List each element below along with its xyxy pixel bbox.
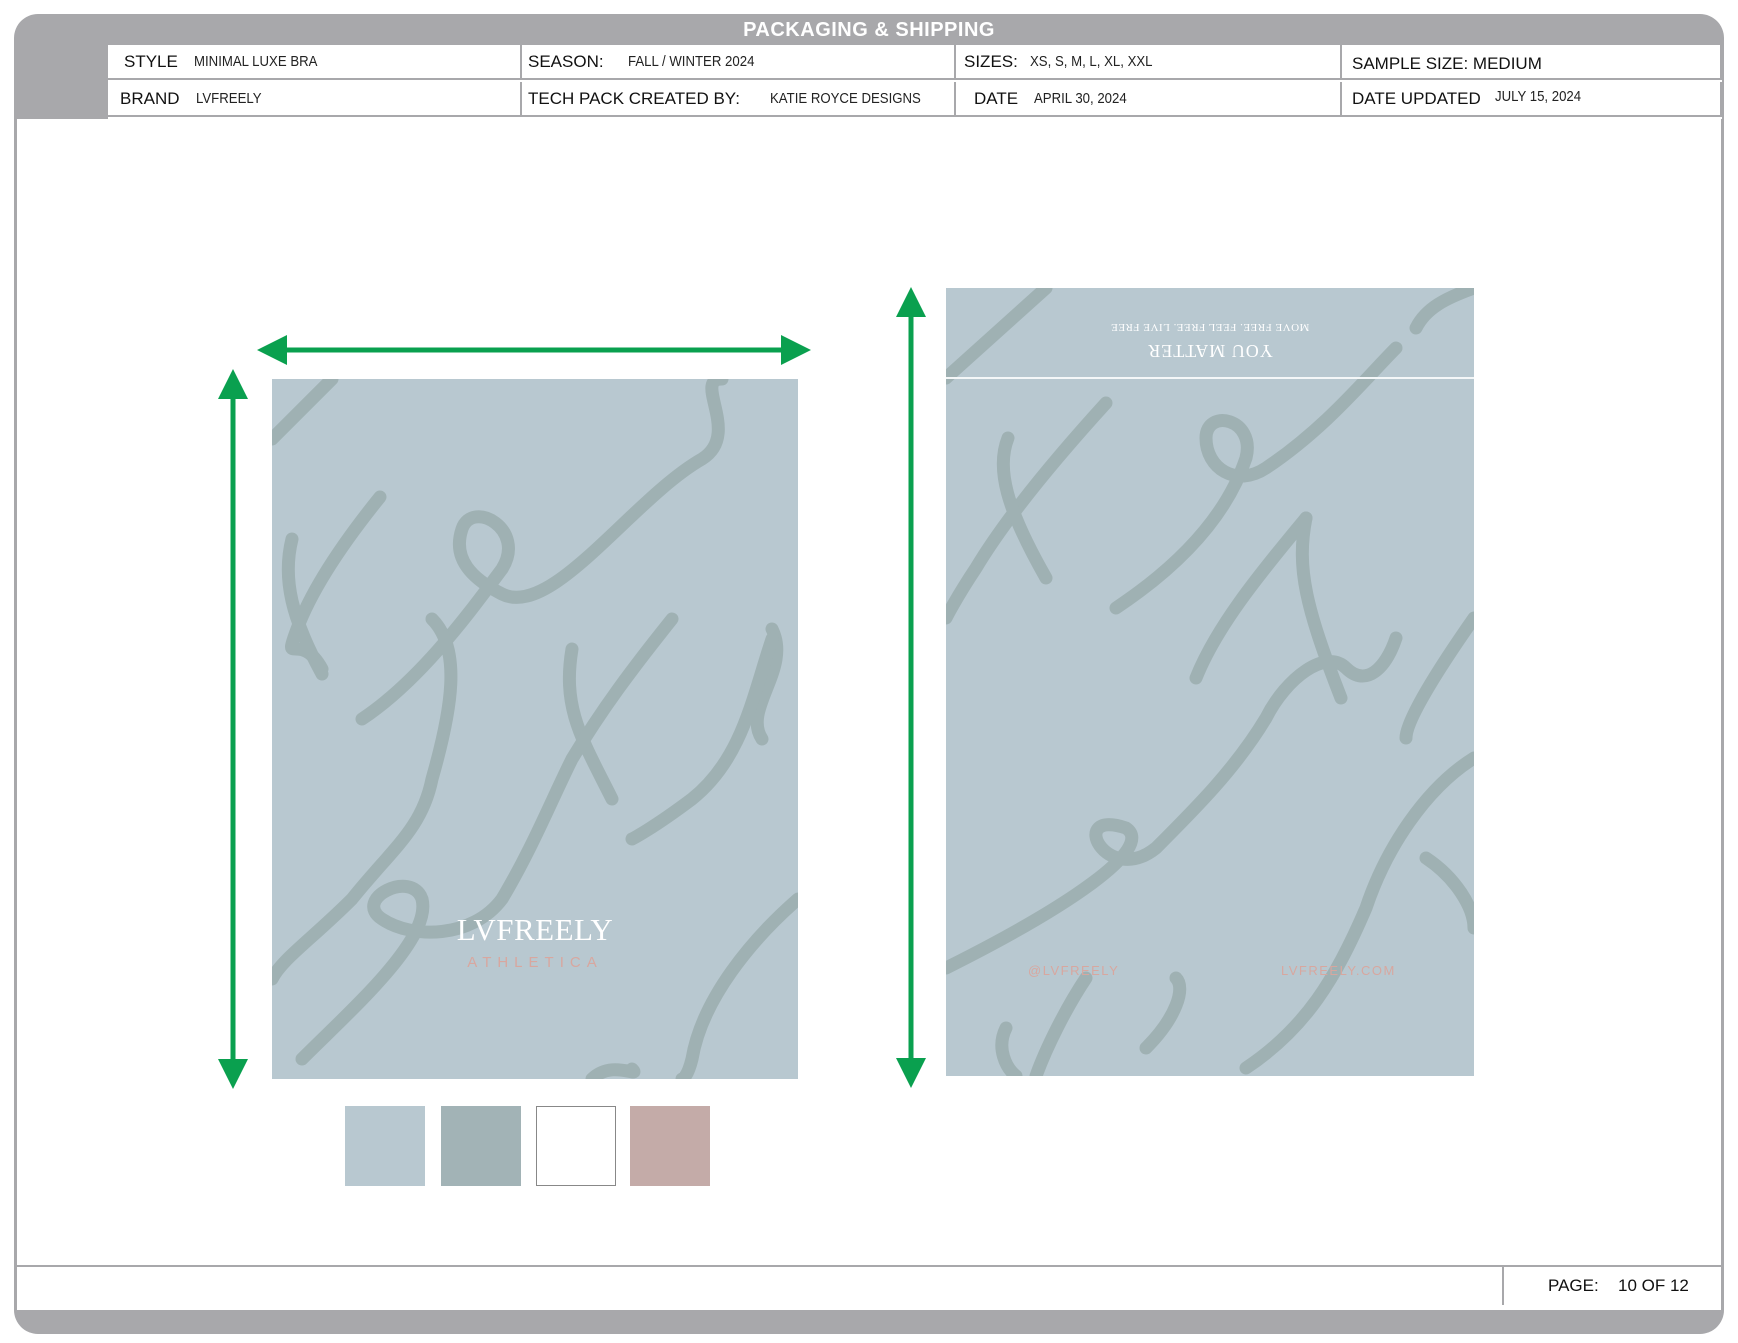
footer-column-divider: [1502, 1267, 1504, 1305]
page-label: PAGE:: [1548, 1276, 1599, 1295]
color-swatch-light-blue: [345, 1106, 425, 1186]
dimension-arrows: [218, 287, 926, 1089]
color-swatch-sage: [441, 1106, 521, 1186]
flap-text-you-matter: YOU MATTER: [1147, 341, 1273, 361]
back-website: LVFREELY.COM: [1281, 963, 1396, 978]
color-swatch-dusty-rose: [630, 1106, 710, 1186]
front-logo-subtitle: ATHLETICA: [467, 954, 603, 971]
page-number: 10 OF 12: [1618, 1276, 1689, 1295]
script-pattern-back: [946, 288, 1474, 1076]
back-social-handle: @LVFREELY: [1028, 963, 1120, 978]
flap-text-tagline: MOVE FREE. FEEL FREE. LIVE FREE: [1110, 321, 1310, 333]
back-mailer-bag: YOU MATTER MOVE FREE. FEEL FREE. LIVE FR…: [946, 288, 1474, 1076]
front-logo: LVFREELY: [456, 912, 614, 947]
color-swatch-white: [536, 1106, 616, 1186]
script-pattern: [272, 379, 798, 1079]
front-mailer-bag: LVFREELY ATHLETICA: [272, 379, 798, 1079]
footer-divider: [17, 1265, 1721, 1267]
